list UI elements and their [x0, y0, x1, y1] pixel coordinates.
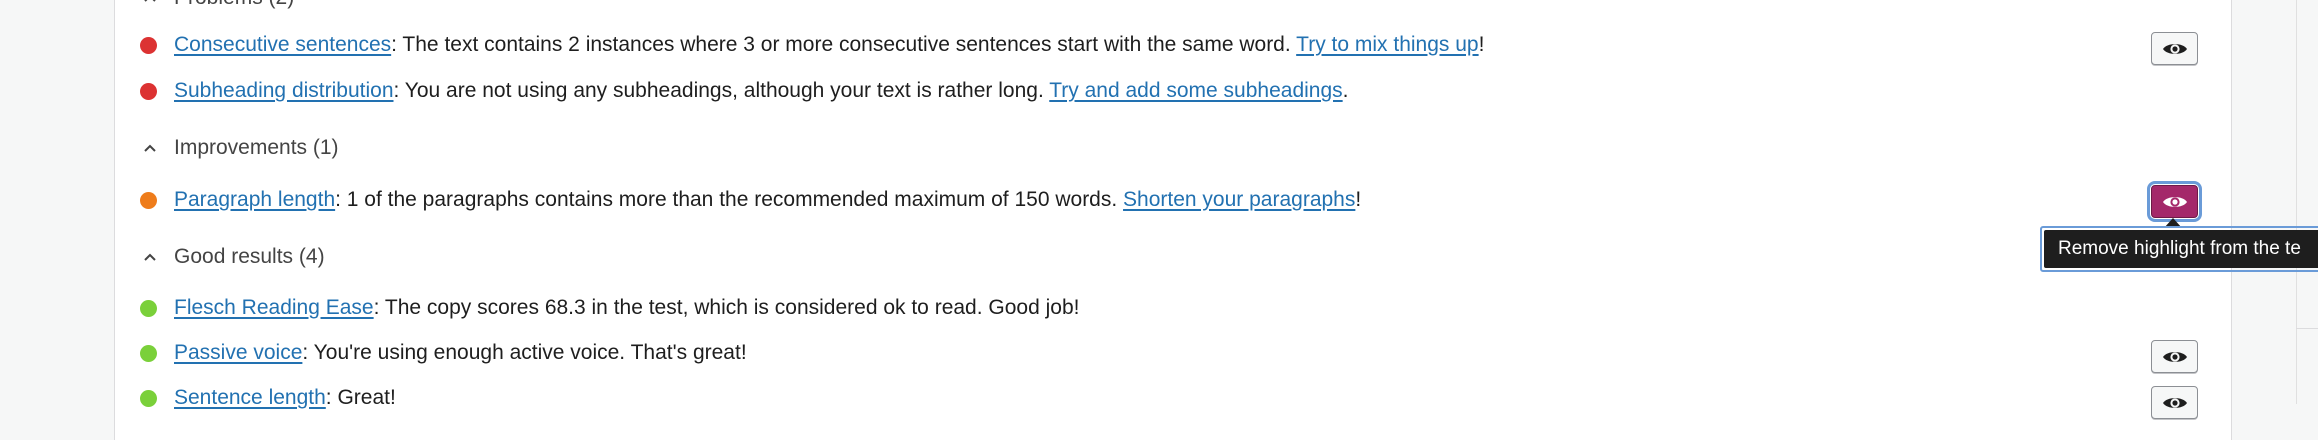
result-link[interactable]: Subheading distribution [174, 79, 394, 102]
result-item: Paragraph length: 1 of the paragraphs co… [140, 186, 1361, 214]
improvement-bullet [140, 191, 157, 209]
problem-bullet [140, 36, 157, 54]
eye-icon [2162, 196, 2187, 207]
eye-icon [2162, 351, 2187, 362]
result-item: Subheading distribution: You are not usi… [140, 77, 1349, 105]
highlight-button[interactable] [2151, 386, 2198, 419]
eye-icon [2162, 397, 2187, 408]
result-item: Passive voice: You're using enough activ… [140, 339, 747, 367]
result-action-link[interactable]: Try to mix things up [1296, 33, 1478, 56]
highlight-button[interactable] [2151, 340, 2198, 373]
problem-bullet [140, 82, 157, 100]
chevron-up-icon [140, 0, 174, 8]
result-action-link[interactable]: Shorten your paragraphs [1123, 188, 1355, 211]
good-bullet [140, 344, 157, 362]
good-results-heading[interactable]: Good results (4) [140, 245, 325, 269]
sidebar-divider-tick [2296, 328, 2318, 329]
tooltip: Remove highlight from the te [2040, 226, 2318, 272]
sidebar-divider [2296, 0, 2297, 404]
sidebar-edge [2240, 0, 2318, 404]
result-item: Flesch Reading Ease: The copy scores 68.… [140, 294, 1079, 322]
problems-heading-label: Problems (2) [174, 0, 294, 10]
highlight-button[interactable] [2151, 32, 2198, 65]
improvements-heading[interactable]: Improvements (1) [140, 136, 339, 160]
tooltip-text: Remove highlight from the te [2044, 230, 2318, 268]
chevron-up-icon [140, 138, 174, 158]
result-link[interactable]: Sentence length [174, 386, 326, 409]
readability-analysis-panel [114, 0, 2232, 440]
good-results-heading-label: Good results (4) [174, 245, 325, 268]
remove-highlight-button[interactable] [2147, 181, 2202, 222]
result-link[interactable]: Flesch Reading Ease [174, 296, 374, 319]
result-item: Sentence length: Great! [140, 384, 396, 412]
result-link[interactable]: Consecutive sentences [174, 33, 391, 56]
result-link[interactable]: Paragraph length [174, 188, 335, 211]
good-bullet [140, 299, 157, 317]
result-item: Consecutive sentences: The text contains… [140, 31, 1484, 59]
chevron-up-icon [140, 247, 174, 267]
result-link[interactable]: Passive voice [174, 341, 302, 364]
problems-heading[interactable]: Problems (2) [140, 0, 294, 10]
eye-icon [2162, 43, 2187, 54]
improvements-heading-label: Improvements (1) [174, 136, 339, 159]
result-action-link[interactable]: Try and add some subheadings [1049, 79, 1342, 102]
